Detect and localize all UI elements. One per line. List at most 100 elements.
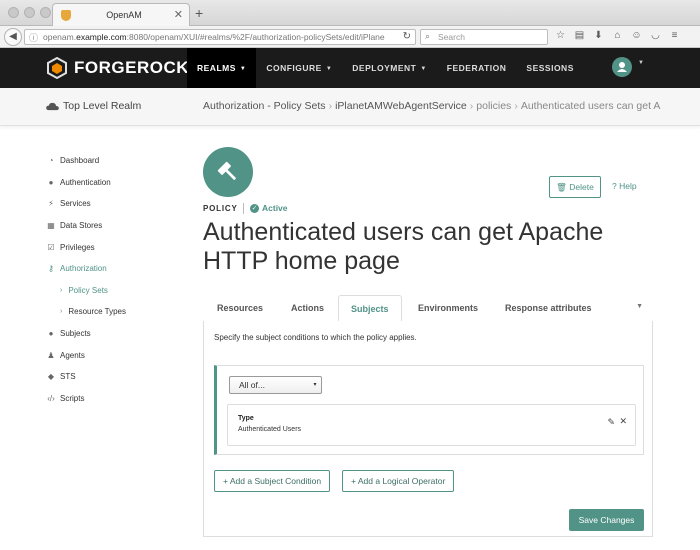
chevron-right-icon: › — [60, 286, 63, 294]
subject-condition-card[interactable]: Type Authenticated Users ✎ ✕ — [227, 404, 636, 446]
plug-icon: ⚡ — [48, 199, 54, 209]
browser-tab[interactable]: OpenAM ✕ — [52, 3, 190, 27]
chevron-down-icon: ▼ — [325, 66, 333, 72]
breadcrumb-policy-sets[interactable]: Authorization - Policy Sets — [203, 100, 326, 112]
nav-realms[interactable]: REALMS ▼ — [187, 48, 257, 88]
window-zoom-button[interactable] — [40, 7, 51, 18]
bookmark-star-icon[interactable]: ☆ — [554, 29, 567, 43]
pocket-icon[interactable]: ◡ — [649, 29, 662, 43]
breadcrumb: Authorization - Policy Sets › iPlanetAMWeb… — [203, 100, 700, 112]
reading-list-icon[interactable]: ▤ — [573, 29, 586, 43]
trash-icon: 🗑︎ — [556, 182, 567, 192]
sidebar-item-agents[interactable]: ♟ Agents — [46, 344, 196, 366]
app-header: FORGEROCK REALMS ▼ CONFIGURE ▼ DEPLOYMENT ▼… — [0, 48, 700, 88]
main-nav: REALMS ▼ CONFIGURE ▼ DEPLOYMENT ▼ FEDERATIO… — [187, 48, 584, 88]
tabs-more-caret-icon[interactable]: ▼ — [636, 303, 643, 310]
back-button[interactable]: ◀ — [4, 28, 22, 46]
condition-type-label: Type — [238, 415, 254, 422]
breadcrumb-separator-icon: › — [469, 100, 474, 112]
new-tab-button[interactable]: + — [195, 5, 203, 21]
breadcrumb-separator-icon: › — [514, 100, 518, 112]
url-bar[interactable]: ⓘ openam.example.com:8080/openam/XUI/#re… — [24, 29, 416, 45]
sidebar-item-scripts[interactable]: ‹/› Scripts — [46, 388, 196, 410]
divider — [243, 203, 244, 214]
chevron-down-icon: ▼ — [239, 66, 247, 72]
url-text: openam.example.com:8080/openam/XUI/#real… — [43, 32, 385, 42]
dashboard-icon: ◔ — [48, 156, 54, 166]
sidebar-item-privileges[interactable]: ☑ Privileges — [46, 236, 196, 258]
code-icon: ‹/› — [47, 393, 55, 403]
chevron-down-icon: ▼ — [420, 66, 427, 72]
tag-icon: ◆ — [47, 372, 55, 382]
sidebar-item-data-stores[interactable]: ▦ Data Stores — [46, 215, 196, 237]
sidebar-item-authorization[interactable]: ⚷ Authorization — [46, 258, 196, 280]
search-placeholder: Search — [438, 32, 465, 42]
close-icon[interactable]: ✕ — [619, 416, 627, 427]
sidebar-item-resource-types[interactable]: › Resource Types — [46, 301, 196, 323]
plus-icon: + — [223, 476, 228, 486]
window-close-button[interactable] — [8, 7, 19, 18]
operator-select[interactable]: All of... ▾ — [229, 376, 322, 394]
add-logical-operator-button[interactable]: + Add a Logical Operator — [342, 470, 455, 492]
favicon-icon — [61, 10, 71, 21]
tab-subjects[interactable]: Subjects — [338, 295, 402, 322]
window-minimize-button[interactable] — [24, 7, 35, 18]
gavel-icon — [217, 161, 236, 180]
tab-close-icon[interactable]: ✕ — [174, 8, 183, 21]
condition-type-value: Authenticated Users — [238, 426, 302, 433]
tab-actions[interactable]: Actions — [279, 295, 336, 322]
realm-name: Top Level Realm — [63, 100, 142, 112]
breadcrumb-policy-set[interactable]: iPlanetAMWebAgentService — [335, 100, 467, 112]
help-link[interactable]: ? Help — [612, 181, 637, 191]
browser-search-bar[interactable]: ⌕ Search — [420, 29, 548, 45]
breadcrumb-separator-icon: › — [328, 100, 333, 112]
user-menu-caret-icon[interactable]: ▼ — [638, 60, 644, 66]
panel-description: Specify the subject conditions to which … — [214, 333, 417, 342]
add-subject-condition-button[interactable]: + Add a Subject Condition — [214, 470, 331, 492]
sidebar-item-dashboard[interactable]: ◔ Dashboard — [46, 150, 196, 172]
breadcrumb-policies[interactable]: policies — [476, 100, 511, 112]
sidebar-item-services[interactable]: ⚡ Services — [46, 193, 196, 215]
realm-link[interactable]: Top Level Realm — [46, 100, 141, 112]
tab-environments[interactable]: Environments — [406, 295, 490, 322]
nav-federation[interactable]: FEDERATION — [437, 48, 517, 88]
smiley-icon[interactable]: ☺ — [630, 29, 643, 43]
delete-button[interactable]: 🗑︎ Delete — [549, 176, 601, 198]
pencil-icon[interactable]: ✎ — [607, 417, 615, 428]
browser-navbar: ◀ ⓘ openam.example.com:8080/openam/XUI/#… — [0, 26, 700, 48]
tab-resources[interactable]: Resources — [205, 295, 275, 322]
user-icon — [617, 62, 627, 72]
save-changes-button[interactable]: Save Changes — [569, 509, 644, 531]
user-avatar[interactable] — [612, 57, 632, 77]
status-badge: ✓ Active — [250, 203, 288, 213]
logo-text: FORGEROCK — [74, 58, 189, 77]
select-arrows-icon: ▾ — [313, 382, 317, 388]
nav-sessions[interactable]: SESSIONS — [516, 48, 583, 88]
page-title: Authenticated users can get Apache HTTP … — [203, 218, 604, 275]
user-icon: ● — [48, 177, 54, 187]
download-icon[interactable]: ⬇ — [592, 29, 605, 43]
browser-toolbar-icons: ☆ ▤ ⬇ ⌂ ☺ ◡ ≡ — [554, 29, 681, 45]
cloud-icon — [46, 102, 59, 110]
nav-deployment[interactable]: DEPLOYMENT ▼ — [342, 48, 436, 88]
chevron-right-icon: › — [60, 308, 63, 316]
policy-type-label: POLICY — [203, 204, 238, 213]
logical-operator-box: All of... ▾ Type Authenticated Users ✎ ✕ — [214, 365, 644, 455]
key-icon: ⚷ — [48, 264, 54, 274]
breadcrumb-current: Authenticated users can get A — [520, 100, 661, 112]
tab-response-attributes[interactable]: Response attributes — [493, 295, 604, 322]
reload-icon[interactable]: ↻ — [403, 31, 411, 42]
home-icon[interactable]: ⌂ — [611, 29, 624, 43]
nav-configure[interactable]: CONFIGURE ▼ — [256, 48, 342, 88]
sidebar: ◔ Dashboard ● Authentication ⚡ Services ▦ Da… — [46, 150, 196, 409]
plus-icon: + — [351, 476, 356, 486]
sidebar-item-subjects[interactable]: ● Subjects — [46, 323, 196, 345]
sidebar-item-sts[interactable]: ◆ STS — [46, 366, 196, 388]
checkbox-icon: ☑ — [47, 242, 55, 252]
sidebar-item-policy-sets[interactable]: › Policy Sets — [46, 280, 196, 302]
menu-icon[interactable]: ≡ — [668, 29, 681, 43]
forgerock-logo[interactable]: FORGEROCK — [46, 56, 189, 80]
info-icon[interactable]: ⓘ — [29, 31, 38, 44]
sidebar-item-authentication[interactable]: ● Authentication — [46, 172, 196, 194]
subjects-panel: Specify the subject conditions to which … — [203, 321, 653, 537]
